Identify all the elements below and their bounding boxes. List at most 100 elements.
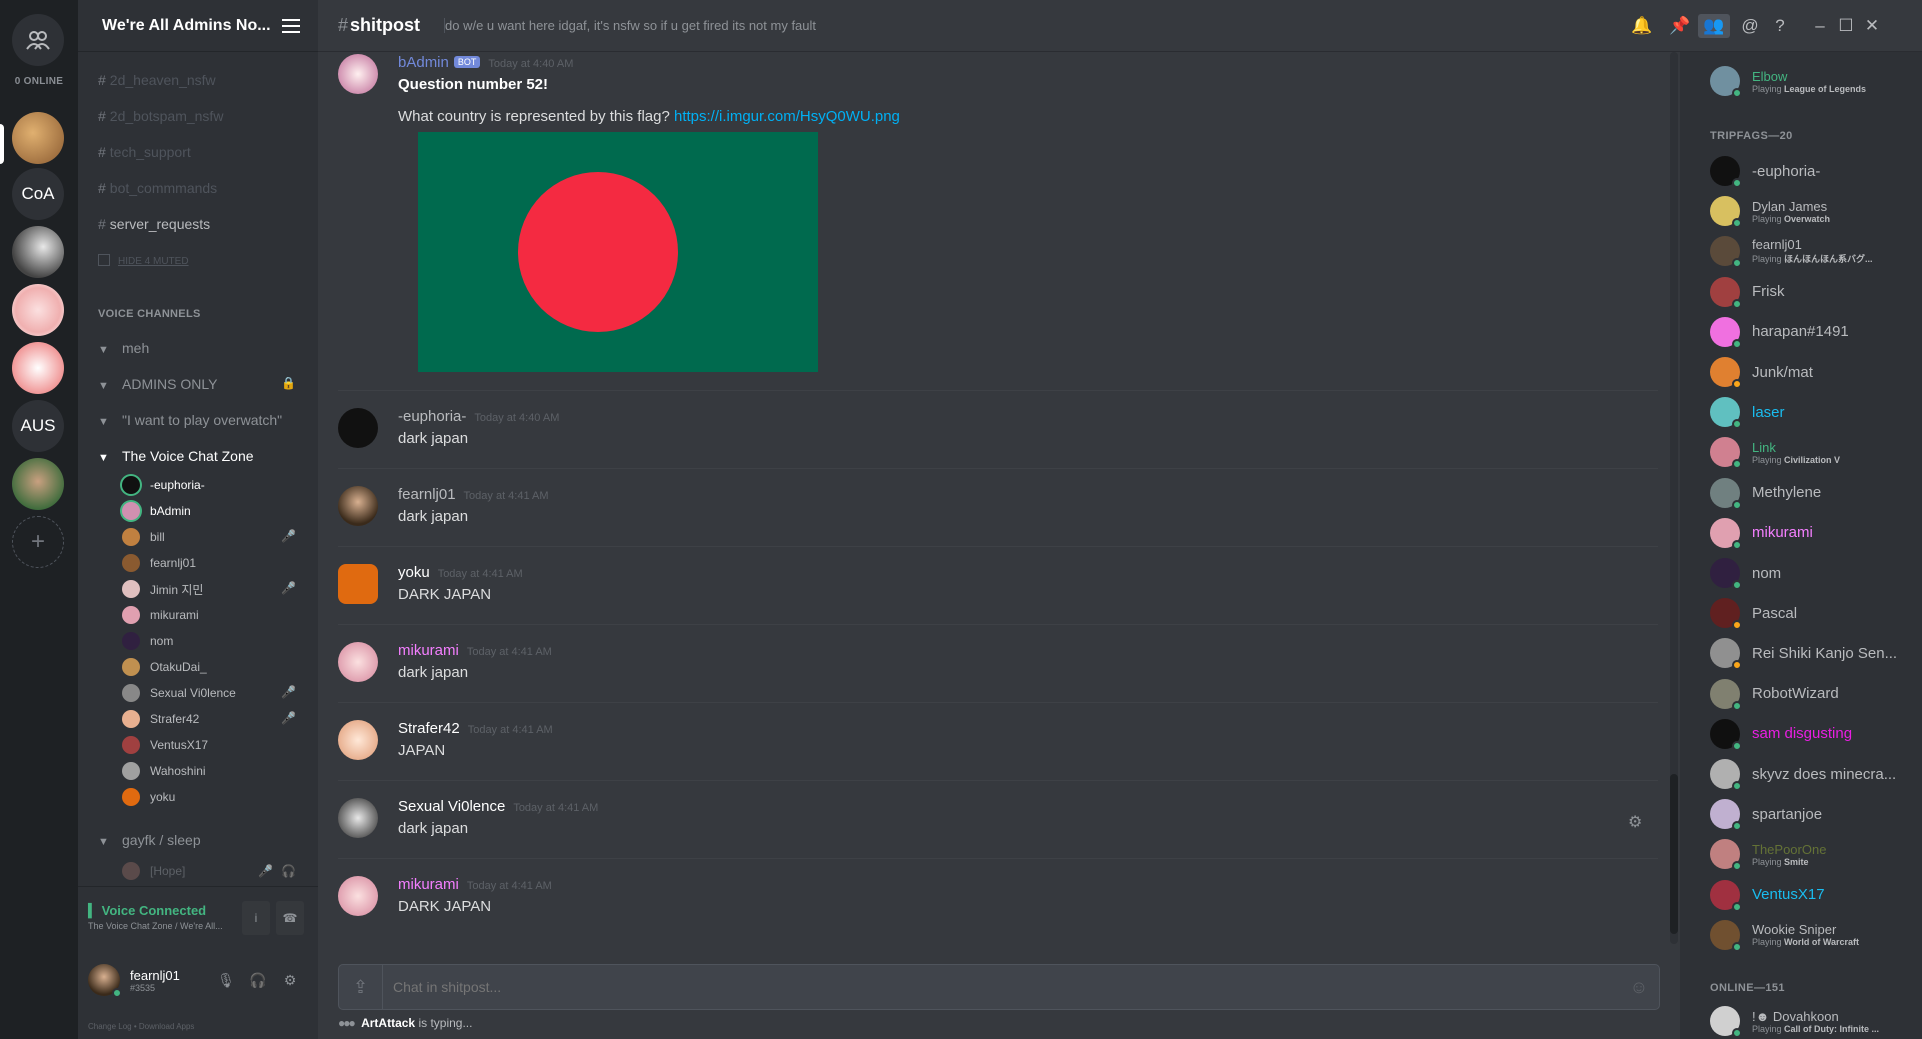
member-item[interactable]: Wookie Sniper Playing World of Warcraft [1710, 918, 1859, 952]
voice-user[interactable]: nom [122, 630, 173, 652]
avatar[interactable] [338, 408, 378, 448]
voice-channel-meh[interactable]: ▼ meh [98, 340, 149, 356]
menu-icon[interactable] [282, 18, 300, 33]
member-item[interactable]: RobotWizard [1710, 677, 1839, 711]
info-icon[interactable]: i [242, 901, 270, 935]
member-item[interactable]: Link Playing Civilization V [1710, 435, 1840, 470]
voice-user[interactable]: [Hope] [122, 860, 185, 882]
voice-user[interactable]: -euphoria- [122, 474, 205, 496]
member-item[interactable]: sam disgusting [1710, 717, 1852, 751]
message-link[interactable]: https://i.imgur.com/HsyQ0WU.png [674, 108, 900, 125]
voice-user[interactable]: Strafer42 [122, 708, 199, 730]
settings-icon[interactable]: ⚙ [278, 968, 302, 992]
message-author[interactable]: mikurami Today at 4:41 AM [398, 876, 552, 893]
message-author[interactable]: bAdmin BOT Today at 4:40 AM [398, 54, 573, 71]
message-author[interactable]: fearnlj01 Today at 4:41 AM [398, 486, 549, 503]
voice-user[interactable]: OtakuDai_ [122, 656, 207, 678]
member-item[interactable]: -euphoria- [1710, 154, 1820, 188]
pin-icon[interactable]: 📌 [1668, 14, 1692, 38]
message-author[interactable]: -euphoria- Today at 4:40 AM [398, 408, 559, 425]
member-item[interactable]: Pascal [1710, 596, 1797, 631]
message-author[interactable]: Strafer42 Today at 4:41 AM [398, 720, 553, 737]
scrollbar-thumb[interactable] [1670, 774, 1678, 934]
avatar[interactable] [338, 720, 378, 760]
message-author[interactable]: Sexual Vi0lence Today at 4:41 AM [398, 798, 598, 815]
avatar[interactable] [338, 876, 378, 916]
member-item[interactable]: Frisk [1710, 275, 1785, 309]
server-icon-4[interactable] [12, 284, 64, 336]
voice-channel-chat-zone[interactable]: ▼ The Voice Chat Zone [98, 448, 254, 464]
voice-user[interactable]: bAdmin [122, 500, 191, 522]
server-icon-5[interactable] [12, 342, 64, 394]
message-author[interactable]: mikurami Today at 4:41 AM [398, 642, 552, 659]
avatar[interactable] [338, 564, 378, 604]
upload-icon[interactable]: ⇪ [339, 965, 383, 1009]
avatar[interactable] [338, 798, 378, 838]
gear-icon[interactable]: ⚙ [1628, 812, 1642, 832]
friends-icon[interactable] [12, 14, 64, 66]
message-author[interactable]: yoku Today at 4:41 AM [398, 564, 523, 581]
guild-header[interactable]: We're All Admins No... [78, 0, 318, 52]
server-icon-coa[interactable]: CoA [12, 168, 64, 220]
server-icon-aus[interactable]: AUS [12, 400, 64, 452]
emoji-icon[interactable]: ☺ [1619, 977, 1659, 998]
voice-user[interactable]: fearnlj01 [122, 552, 196, 574]
member-item[interactable]: Methylene [1710, 476, 1821, 510]
member-item[interactable]: !☻ Dovahkoon Playing Call of Duty: Infini… [1710, 1004, 1879, 1038]
channel-tech-support[interactable]: # tech_support [98, 144, 191, 160]
voice-channel-admins-only[interactable]: ▼ ADMINS ONLY [98, 376, 217, 392]
avatar[interactable] [338, 54, 378, 94]
avatar[interactable] [88, 964, 122, 998]
avatar[interactable] [338, 642, 378, 682]
member-item[interactable]: laser [1710, 395, 1785, 430]
member-item[interactable]: VentusX17 [1710, 878, 1825, 912]
member-item[interactable]: Dylan James Playing Overwatch [1710, 194, 1830, 229]
minimize-icon[interactable]: – [1808, 14, 1832, 38]
channel-2d-botspam[interactable]: #2d_botspam_nsfw [98, 108, 223, 124]
voice-channel-overwatch[interactable]: ▼ "I want to play overwatch" [98, 412, 282, 428]
member-item[interactable]: Elbow Playing League of Legends [1710, 64, 1866, 98]
hide-muted-toggle[interactable]: HIDE 4 MUTED [98, 254, 189, 267]
author-name: mikurami [398, 642, 459, 659]
flag-image[interactable] [418, 132, 818, 372]
voice-user[interactable]: Wahoshini [122, 760, 206, 782]
server-icon-3[interactable] [12, 226, 64, 278]
channel-2d-heaven[interactable]: #2d_heaven_nsfw [98, 72, 216, 88]
footer-links[interactable]: Change Log • Download Apps [88, 1022, 194, 1031]
member-item[interactable]: Rei Shiki Kanjo Sen... [1710, 636, 1897, 671]
member-item[interactable]: spartanjoe [1710, 797, 1822, 832]
voice-user[interactable]: VentusX17 [122, 734, 208, 756]
member-item[interactable]: nom [1710, 556, 1781, 590]
channel-bot-commands[interactable]: # bot_commmands [98, 180, 217, 196]
voice-user[interactable]: mikurami [122, 604, 199, 626]
headphones-icon[interactable]: 🎧 [246, 968, 270, 992]
member-item[interactable]: ThePoorOne Playing Smite [1710, 837, 1826, 872]
member-item[interactable]: fearnlj01 Playing ほんほんほん系バグ... [1710, 234, 1873, 269]
voice-channel-gayfk-sleep[interactable]: ▼ gayfk / sleep [98, 832, 201, 848]
chat-input[interactable] [383, 979, 1619, 995]
disconnect-icon[interactable]: ☎ [276, 901, 304, 935]
microphone-icon[interactable]: 🎙 [214, 968, 238, 992]
status-icon [1732, 338, 1742, 349]
avatar[interactable] [338, 486, 378, 526]
add-server-icon[interactable]: + [12, 516, 64, 568]
help-icon[interactable]: ? [1768, 14, 1792, 38]
server-icon-admins[interactable] [12, 112, 64, 164]
member-item[interactable]: Junk/mat [1710, 355, 1813, 389]
mention-icon[interactable]: @ [1738, 14, 1762, 38]
voice-user[interactable]: yoku [122, 786, 175, 808]
member-item[interactable]: mikurami [1710, 516, 1813, 550]
members-icon[interactable]: 👥 [1698, 14, 1730, 38]
voice-user[interactable]: bill [122, 526, 165, 548]
member-item[interactable]: harapan#1491 [1710, 315, 1849, 349]
voice-user[interactable]: Jimin 지민 [122, 578, 203, 600]
channel-server-requests[interactable]: # server_requests [98, 216, 210, 232]
server-icon-7[interactable] [12, 458, 64, 510]
member-item[interactable]: skyvz does minecra... [1710, 757, 1896, 791]
bell-icon[interactable]: 🔔 [1630, 14, 1654, 38]
avatar [1710, 799, 1742, 832]
maximize-icon[interactable]: ☐ [1834, 14, 1858, 38]
close-icon[interactable]: ✕ [1860, 14, 1884, 38]
message-scrollbar[interactable] [1670, 52, 1678, 944]
voice-user[interactable]: Sexual Vi0lence [122, 682, 236, 704]
